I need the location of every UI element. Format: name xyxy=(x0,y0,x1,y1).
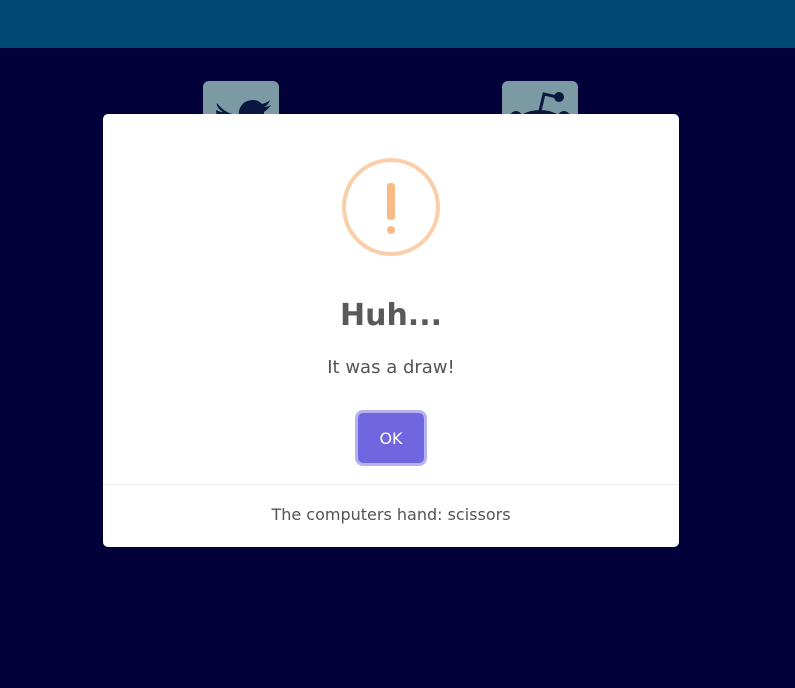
result-dialog: Huh... It was a draw! OK The computers h… xyxy=(103,114,679,547)
dialog-message: It was a draw! xyxy=(327,357,455,378)
warning-icon-dot xyxy=(387,226,395,234)
dialog-footer: The computers hand: scissors xyxy=(103,484,679,547)
dialog-title: Huh... xyxy=(339,298,442,333)
warning-icon xyxy=(342,158,440,256)
warning-icon-bar xyxy=(387,183,395,220)
ok-button[interactable]: OK xyxy=(358,413,424,463)
